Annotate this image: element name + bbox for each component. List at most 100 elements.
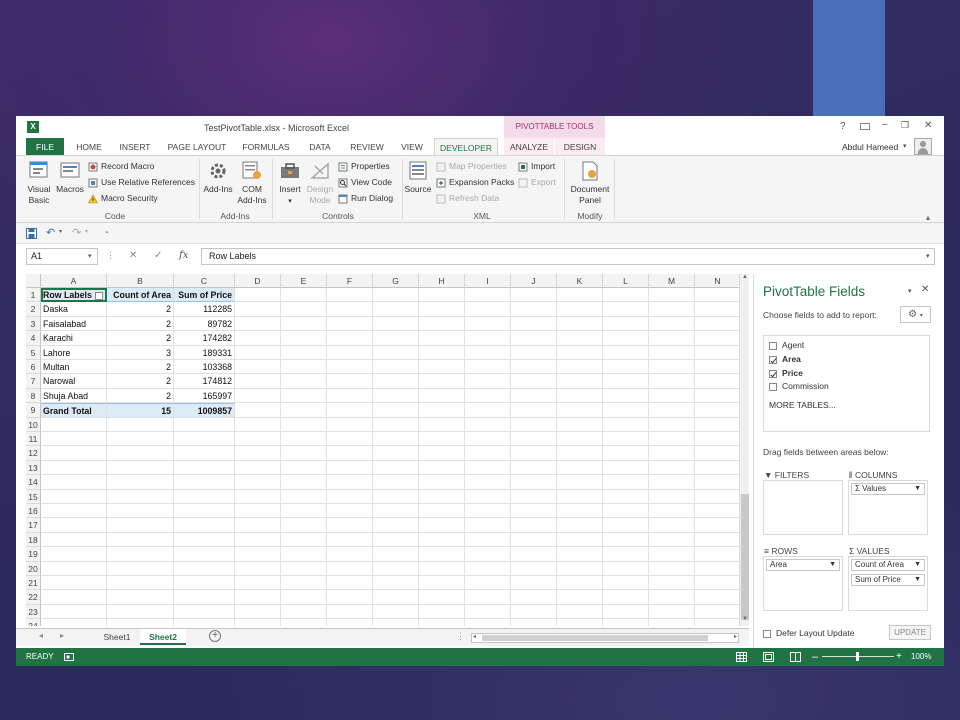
cell-i14[interactable]: [465, 475, 511, 490]
run-dialog-button[interactable]: Run Dialog: [338, 193, 393, 204]
cell-d24[interactable]: [235, 619, 281, 626]
row-header-13[interactable]: 13: [26, 460, 41, 476]
row-header-14[interactable]: 14: [26, 475, 41, 490]
cell-g4[interactable]: [373, 331, 419, 346]
cell-b8[interactable]: 2: [107, 388, 174, 404]
cell-g20[interactable]: [373, 561, 419, 576]
cell-m24[interactable]: [649, 619, 695, 626]
cell-l10[interactable]: [603, 417, 649, 432]
cell-i3[interactable]: [465, 316, 511, 332]
column-header-a[interactable]: A: [41, 274, 107, 288]
checkbox-area[interactable]: [769, 355, 777, 364]
cell-l12[interactable]: [603, 446, 649, 461]
cell-c6[interactable]: 103368: [174, 360, 235, 375]
cell-n18[interactable]: [695, 533, 739, 548]
cell-c22[interactable]: [174, 590, 235, 605]
cell-f4[interactable]: [327, 331, 373, 346]
row-labels-filter-icon[interactable]: [94, 291, 103, 300]
expansion-packs-button[interactable]: Expansion Packs: [436, 177, 514, 188]
cell-m6[interactable]: [649, 360, 695, 375]
horizontal-scroll-thumb[interactable]: [482, 635, 708, 641]
cell-j10[interactable]: [511, 417, 557, 432]
cell-f2[interactable]: [327, 302, 373, 317]
cell-h10[interactable]: [419, 417, 465, 432]
cell-f23[interactable]: [327, 604, 373, 620]
cell-a22[interactable]: [41, 590, 107, 605]
confirm-entry-icon[interactable]: ✓: [154, 250, 162, 261]
cell-e7[interactable]: [281, 374, 327, 389]
page-layout-view-icon[interactable]: [763, 652, 774, 662]
cell-a3[interactable]: Faisalabad: [41, 316, 107, 332]
cell-h15[interactable]: [419, 489, 465, 504]
cell-f16[interactable]: [327, 504, 373, 519]
vertical-scroll-thumb[interactable]: [741, 494, 749, 620]
cell-e8[interactable]: [281, 388, 327, 404]
cell-e18[interactable]: [281, 532, 327, 548]
cell-b19[interactable]: [107, 547, 174, 562]
worksheet-grid[interactable]: A B C D E F G H I J K L M N 1 Row Labels Count of Area Su…: [26, 274, 739, 626]
column-header-i[interactable]: I: [465, 274, 511, 288]
cell-m14[interactable]: [649, 475, 695, 490]
cell-l18[interactable]: [603, 532, 649, 548]
redo-dropdown-icon[interactable]: ▾: [85, 228, 88, 235]
vertical-scrollbar[interactable]: ▲ ▼: [739, 274, 749, 626]
layout-options-button[interactable]: ⚙ ▾: [900, 306, 931, 323]
tab-developer[interactable]: DEVELOPER: [434, 138, 498, 156]
cell-i8[interactable]: [465, 388, 511, 404]
formula-input[interactable]: Row Labels: [201, 248, 935, 265]
values-item-sum-of-price[interactable]: Sum of Price ▼: [851, 574, 925, 586]
cell-h4[interactable]: [419, 331, 465, 346]
cell-f21[interactable]: [327, 576, 373, 591]
cell-b10[interactable]: [107, 417, 174, 432]
cell-k9[interactable]: [557, 403, 603, 418]
redo-icon[interactable]: ↷: [72, 226, 81, 239]
cell-k5[interactable]: [557, 345, 603, 360]
cell-g5[interactable]: [373, 345, 419, 360]
cell-d21[interactable]: [235, 576, 281, 591]
cell-i20[interactable]: [465, 561, 511, 576]
cell-n15[interactable]: [695, 490, 739, 504]
defer-layout-update[interactable]: Defer Layout Update: [763, 628, 854, 638]
cell-b13[interactable]: [107, 460, 174, 476]
cell-j6[interactable]: [511, 360, 557, 375]
cell-b11[interactable]: [107, 432, 174, 447]
add-ins-button[interactable]: Add-Ins: [202, 160, 234, 195]
column-header-j[interactable]: J: [511, 274, 557, 288]
cell-a15[interactable]: [41, 489, 107, 504]
cell-g22[interactable]: [373, 590, 419, 605]
column-header-l[interactable]: L: [603, 274, 649, 288]
cell-a9[interactable]: Grand Total: [41, 403, 107, 418]
cell-i11[interactable]: [465, 432, 511, 447]
cell-k19[interactable]: [557, 547, 603, 562]
pane-options-chevron-icon[interactable]: ▾: [908, 287, 912, 295]
tab-review[interactable]: REVIEW: [346, 138, 388, 156]
scroll-down-icon[interactable]: ▼: [742, 616, 748, 622]
cell-k4[interactable]: [557, 331, 603, 346]
new-sheet-icon[interactable]: +: [209, 630, 221, 642]
cell-j19[interactable]: [511, 547, 557, 562]
cell-l7[interactable]: [603, 374, 649, 389]
cell-a24[interactable]: [41, 619, 107, 626]
filters-drop-zone[interactable]: [763, 480, 843, 535]
cell-a1[interactable]: Row Labels: [41, 288, 107, 303]
cell-f24[interactable]: [327, 619, 373, 626]
cell-m2[interactable]: [649, 302, 695, 317]
cell-e15[interactable]: [281, 489, 327, 504]
cell-b21[interactable]: [107, 576, 174, 591]
cell-n5[interactable]: [695, 346, 739, 360]
row-header-17[interactable]: 17: [26, 518, 41, 533]
cell-a4[interactable]: Karachi: [41, 331, 107, 346]
cell-f13[interactable]: [327, 460, 373, 476]
cell-f6[interactable]: [327, 360, 373, 375]
tab-data[interactable]: DATA: [302, 138, 338, 156]
cell-k24[interactable]: [557, 619, 603, 626]
cell-h1[interactable]: [419, 288, 465, 303]
scroll-left-icon[interactable]: ◂: [473, 633, 476, 640]
macro-security-button[interactable]: Macro Security: [88, 193, 158, 204]
cell-g15[interactable]: [373, 489, 419, 504]
cell-h6[interactable]: [419, 360, 465, 375]
cell-i18[interactable]: [465, 532, 511, 548]
refresh-data-button[interactable]: Refresh Data: [436, 193, 499, 204]
cell-a20[interactable]: [41, 561, 107, 576]
cell-l23[interactable]: [603, 604, 649, 620]
